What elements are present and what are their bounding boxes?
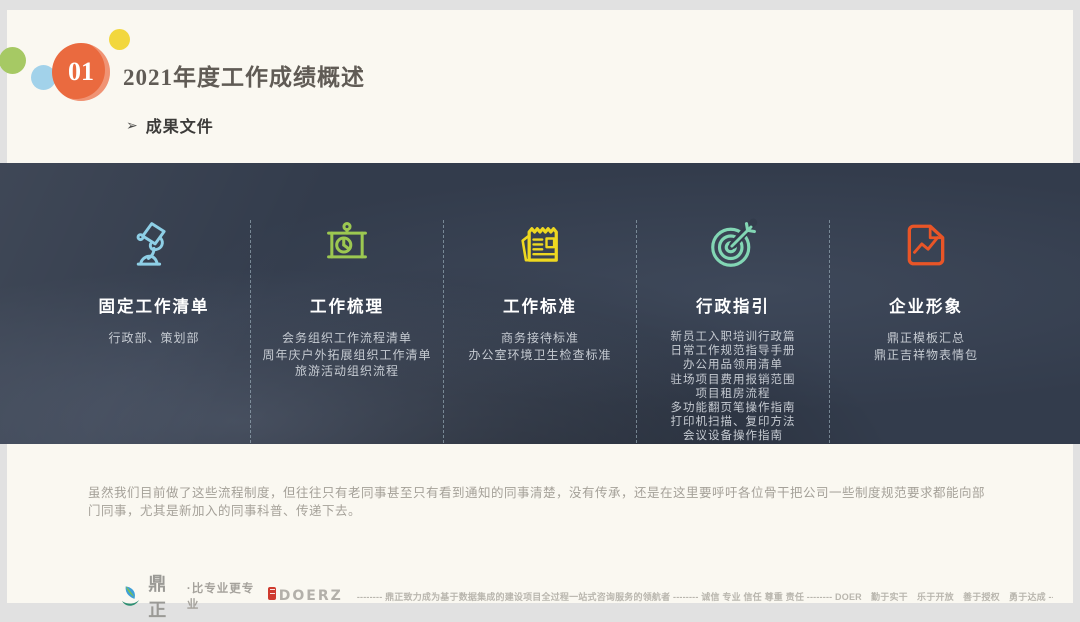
column-list: 商务接待标准 办公室环境卫生检查标准	[444, 330, 636, 363]
column-item: 行政部、策划部	[58, 330, 250, 347]
brand-seal-icon	[268, 587, 276, 600]
feature-column-admin-guides: 行政指引 新员工入职培训行政篇 日常工作规范指导手册 办公用品领用清单 驻场项目…	[637, 217, 829, 444]
column-item: 日常工作规范指导手册	[637, 344, 829, 358]
feature-column-corporate-image: 企业形象 鼎正模板汇总 鼎正吉祥物表情包	[830, 217, 1022, 444]
brand-slogan: ·比专业更专业	[187, 580, 264, 612]
footer-tagline: -------- 鼎正致力成为基于数据集成的建设项目全过程一站式咨询服务的领航者…	[357, 590, 1053, 603]
page-title: 2021年度工作成绩概述	[123, 58, 365, 92]
column-item: 会议设备操作指南	[637, 429, 829, 443]
column-item: 办公室环境卫生检查标准	[444, 347, 636, 364]
column-item: 办公用品领用清单	[637, 358, 829, 372]
brand-latin: DOERZ	[279, 588, 343, 604]
note-paragraph: 虽然我们目前做了这些流程制度，但往往只有老同事甚至只有看到通知的同事清楚，没有传…	[88, 485, 988, 520]
decorative-circle-green	[0, 47, 26, 74]
column-item: 商务接待标准	[444, 330, 636, 347]
column-list: 会务组织工作流程清单 周年庆户外拓展组织工作清单 旅游活动组织流程	[251, 330, 443, 380]
feature-columns: 固定工作清单 行政部、策划部 工作梳理	[58, 163, 1022, 444]
hero-photo-band: 固定工作清单 行政部、策划部 工作梳理	[0, 163, 1080, 444]
brand-logo-icon	[119, 584, 142, 608]
column-list: 行政部、策划部	[58, 330, 250, 347]
feature-column-fixed-work-list: 固定工作清单 行政部、策划部	[58, 217, 250, 444]
decorative-circle-yellow	[109, 29, 130, 50]
document-chart-icon	[830, 217, 1022, 273]
column-item: 会务组织工作流程清单	[251, 330, 443, 347]
brand-name: 鼎正	[148, 570, 185, 622]
column-title: 固定工作清单	[58, 293, 250, 317]
presentation-board-icon	[251, 217, 443, 273]
desk-lamp-icon	[58, 217, 250, 273]
column-title: 工作梳理	[251, 293, 443, 317]
column-title: 工作标准	[444, 293, 636, 317]
column-item: 驻场项目费用报销范围	[637, 373, 829, 387]
arrow-bullet-icon: ➢	[126, 117, 139, 134]
section-number: 01	[68, 57, 94, 87]
column-item: 多功能翻页笔操作指南	[637, 401, 829, 415]
footer: 鼎正 ·比专业更专业 DOERZ -------- 鼎正致力成为基于数据集成的建…	[119, 583, 1053, 609]
column-item: 周年庆户外拓展组织工作清单	[251, 347, 443, 364]
subtitle-row: ➢ 成果文件	[126, 113, 214, 137]
column-item: 打印机扫描、复印方法	[637, 415, 829, 429]
newspaper-icon	[444, 217, 636, 273]
feature-column-work-sorting: 工作梳理 会务组织工作流程清单 周年庆户外拓展组织工作清单 旅游活动组织流程	[251, 217, 443, 444]
dartboard-icon	[637, 217, 829, 273]
subtitle: 成果文件	[146, 113, 214, 137]
column-title: 行政指引	[637, 293, 829, 317]
column-list: 鼎正模板汇总 鼎正吉祥物表情包	[830, 330, 1022, 363]
column-item: 旅游活动组织流程	[251, 363, 443, 380]
section-number-badge: 01	[52, 43, 110, 101]
column-item: 鼎正模板汇总	[830, 330, 1022, 347]
column-item: 鼎正吉祥物表情包	[830, 347, 1022, 364]
feature-column-work-standards: 工作标准 商务接待标准 办公室环境卫生检查标准	[444, 217, 636, 444]
column-item: 项目租房流程	[637, 387, 829, 401]
column-item: 新员工入职培训行政篇	[637, 330, 829, 344]
column-list: 新员工入职培训行政篇 日常工作规范指导手册 办公用品领用清单 驻场项目费用报销范…	[637, 330, 829, 444]
column-title: 企业形象	[830, 293, 1022, 317]
